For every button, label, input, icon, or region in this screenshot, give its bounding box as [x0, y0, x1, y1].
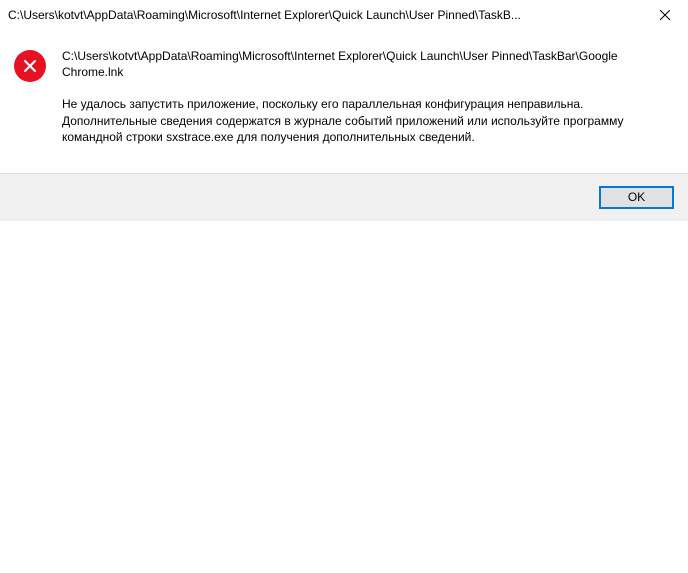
- file-path-text: C:\Users\kotvt\AppData\Roaming\Microsoft…: [62, 48, 660, 80]
- error-message-text: Не удалось запустить приложение, посколь…: [62, 96, 660, 145]
- ok-button[interactable]: OK: [599, 186, 674, 209]
- close-icon: [660, 10, 670, 20]
- text-column: C:\Users\kotvt\AppData\Roaming\Microsoft…: [62, 48, 660, 145]
- titlebar: C:\Users\kotvt\AppData\Roaming\Microsoft…: [0, 0, 688, 30]
- close-button[interactable]: [642, 0, 688, 30]
- window-title: C:\Users\kotvt\AppData\Roaming\Microsoft…: [8, 8, 642, 22]
- dialog-content: C:\Users\kotvt\AppData\Roaming\Microsoft…: [0, 30, 688, 173]
- button-row: OK: [0, 173, 688, 221]
- error-dialog: C:\Users\kotvt\AppData\Roaming\Microsoft…: [0, 0, 688, 221]
- icon-column: [14, 48, 62, 145]
- error-icon: [14, 50, 46, 82]
